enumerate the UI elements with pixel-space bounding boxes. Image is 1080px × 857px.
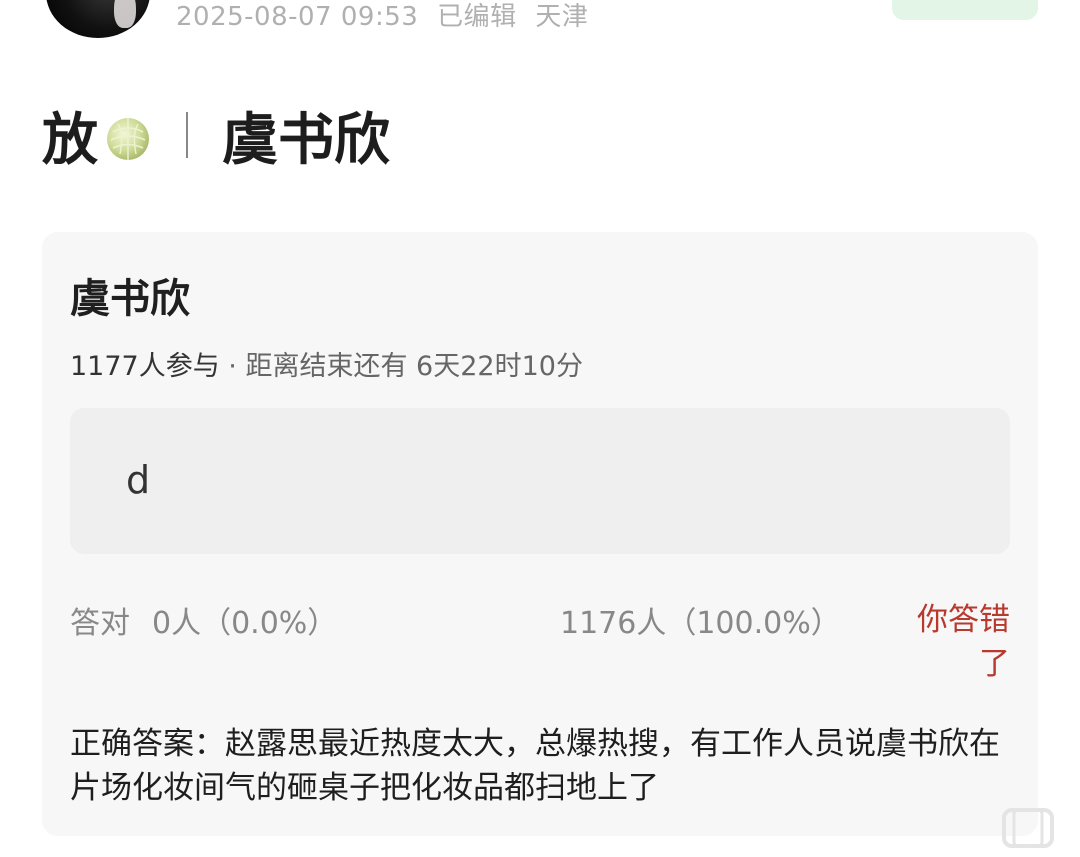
countdown-text: 距离结束还有 6天22时10分 [245, 351, 583, 382]
correct-label: 答对 [70, 606, 130, 641]
correct-count: 0人（0.0%） [152, 606, 338, 641]
post-meta: 2025-08-07 09:53 已编辑 天津 [176, 0, 598, 33]
hollow-shape-icon [1002, 808, 1054, 848]
subtitle-separator: · [219, 351, 246, 382]
post-title-name: 虞书欣 [222, 107, 390, 173]
correct-stats: 答对 0人（0.0%） [70, 598, 337, 642]
post-title: 放 虞书欣 [42, 100, 390, 173]
wrong-answer-label: 你答错了 [917, 602, 1010, 682]
avatar[interactable] [46, 0, 150, 38]
post-location: 天津 [535, 2, 589, 32]
post-timestamp: 2025-08-07 09:53 [176, 2, 419, 32]
post-page: 2025-08-07 09:53 已编辑 天津 放 虞书欣 虞书欣 1177人参… [0, 0, 1080, 857]
answer-option-text: d [126, 458, 151, 502]
post-title-prefix: 放 [42, 107, 98, 173]
quiz-card: 虞书欣 1177人参与 · 距离结束还有 6天22时10分 d 答对 0人（0.0… [42, 232, 1038, 836]
participant-count: 1177人参与 [70, 351, 220, 382]
title-divider [186, 112, 188, 158]
quiz-subtitle: 1177人参与 · 距离结束还有 6天22时10分 [70, 344, 583, 383]
answer-option[interactable]: d [70, 408, 1010, 554]
melon-icon [104, 111, 152, 160]
wrong-stats: 1176人（100.0%） [560, 606, 841, 641]
follow-button[interactable] [892, 0, 1038, 20]
avatar-detail [114, 0, 136, 28]
edited-label: 已编辑 [437, 2, 517, 32]
correct-answer-text: 正确答案：赵露思最近热度太大，总爆热搜，有工作人员说虞书欣在片场化妆间气的砸桌子… [70, 726, 1000, 806]
quiz-title: 虞书欣 [70, 276, 190, 322]
